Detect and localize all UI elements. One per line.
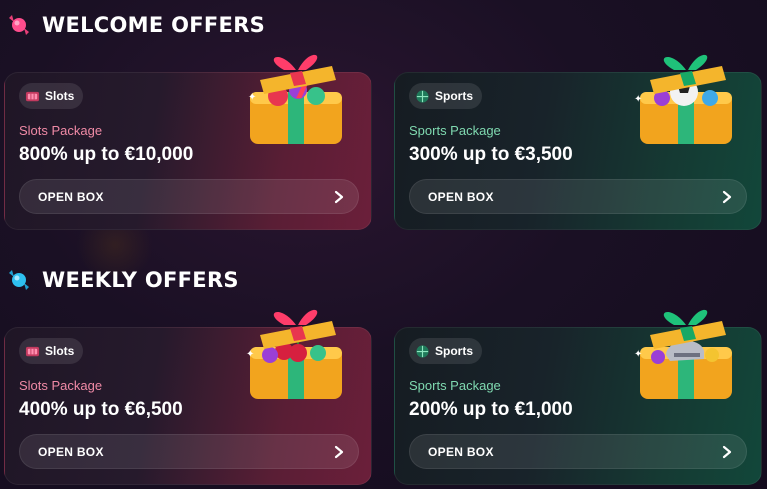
open-box-label: OPEN BOX bbox=[428, 444, 494, 459]
gift-box-slots-icon: 7 ✦ bbox=[240, 40, 352, 150]
pink-candy-icon bbox=[9, 15, 29, 35]
tag-label: Slots bbox=[45, 89, 75, 103]
svg-text:✦: ✦ bbox=[248, 92, 256, 103]
package-value: 300% up to €3,500 bbox=[409, 144, 573, 165]
chevron-right-icon bbox=[334, 445, 344, 458]
package-name: Slots Package bbox=[19, 123, 103, 138]
section-header-welcome: WELCOME OFFERS bbox=[6, 8, 265, 42]
open-box-label: OPEN BOX bbox=[38, 189, 104, 204]
open-box-button[interactable]: OPEN BOX bbox=[409, 179, 747, 214]
open-box-button[interactable]: OPEN BOX bbox=[409, 434, 747, 469]
package-name: Slots Package bbox=[19, 378, 103, 393]
gift-box-sports-icon: ✦ bbox=[630, 40, 742, 150]
package-value: 200% up to €1,000 bbox=[409, 399, 573, 420]
svg-text:✦: ✦ bbox=[246, 349, 254, 360]
svg-text:✦: ✦ bbox=[634, 94, 642, 105]
package-name: Sports Package bbox=[409, 378, 501, 393]
category-tag: Sports bbox=[409, 338, 483, 364]
package-value: 400% up to €6,500 bbox=[19, 399, 183, 420]
open-box-button[interactable]: OPEN BOX bbox=[19, 434, 359, 469]
open-box-label: OPEN BOX bbox=[38, 444, 104, 459]
section-title: WELCOME OFFERS bbox=[42, 13, 266, 37]
tag-label: Sports bbox=[435, 344, 474, 358]
gift-box-slots-icon: ✦ bbox=[240, 295, 352, 405]
ball-icon bbox=[416, 89, 429, 103]
section-title: WEEKLY OFFERS bbox=[42, 268, 239, 292]
tag-label: Slots bbox=[45, 344, 75, 358]
package-name: Sports Package bbox=[409, 123, 501, 138]
chevron-right-icon bbox=[722, 190, 732, 203]
category-tag: Slots bbox=[19, 83, 84, 109]
package-value: 800% up to €10,000 bbox=[19, 144, 194, 165]
gift-box-sports-icon: ✦ bbox=[630, 295, 742, 405]
category-tag: Sports bbox=[409, 83, 483, 109]
slot-machine-icon bbox=[25, 346, 40, 356]
tag-label: Sports bbox=[435, 89, 474, 103]
blue-candy-icon bbox=[9, 270, 29, 290]
chevron-right-icon bbox=[722, 445, 732, 458]
svg-text:✦: ✦ bbox=[634, 349, 642, 360]
open-box-button[interactable]: OPEN BOX bbox=[19, 179, 359, 214]
chevron-right-icon bbox=[334, 190, 344, 203]
section-header-weekly: WEEKLY OFFERS bbox=[6, 263, 239, 297]
open-box-label: OPEN BOX bbox=[428, 189, 494, 204]
category-tag: Slots bbox=[19, 338, 84, 364]
ball-icon bbox=[416, 344, 429, 358]
slot-machine-icon bbox=[25, 91, 40, 101]
